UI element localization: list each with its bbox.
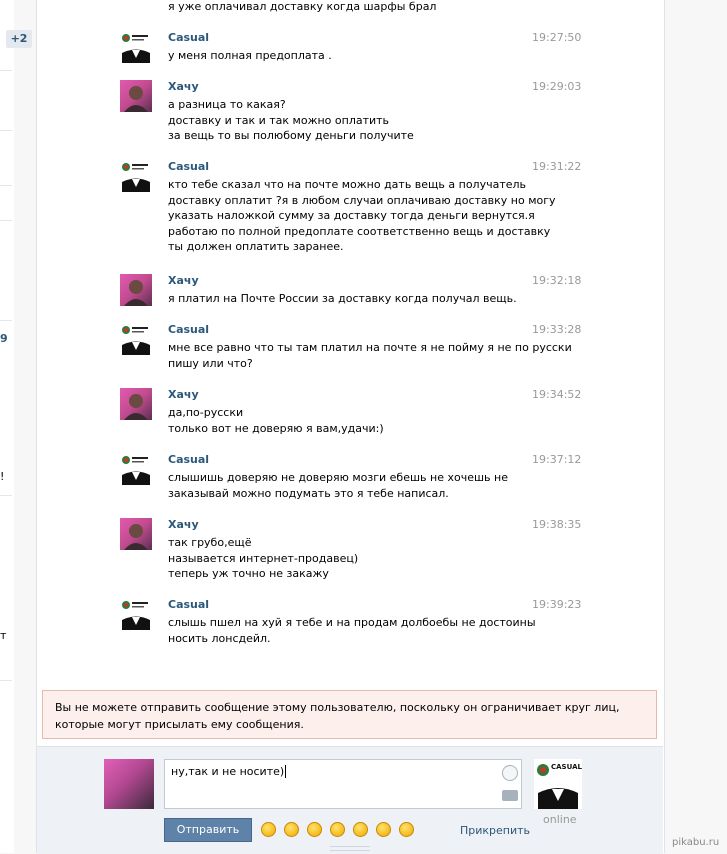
smile-icon[interactable] bbox=[502, 765, 518, 781]
message-author[interactable]: Хачу bbox=[168, 80, 199, 93]
online-status: online bbox=[543, 813, 577, 826]
message-author[interactable]: Casual bbox=[168, 160, 209, 173]
left-sidebar-fragment: 9 ! т bbox=[0, 0, 14, 853]
emoji-relieved-icon[interactable] bbox=[353, 822, 368, 837]
message-author[interactable]: Casual bbox=[168, 31, 209, 44]
message-time: 19:27:50 bbox=[532, 31, 582, 44]
message-author[interactable]: Хачу bbox=[168, 388, 199, 401]
message-avatar[interactable] bbox=[120, 274, 152, 306]
message-text: слышишь доверяю не доверяю мозги ебешь н… bbox=[168, 471, 508, 500]
message-author[interactable]: Хачу bbox=[168, 274, 199, 287]
message-text: слышь пшел на хуй я тебе и на продам дол… bbox=[168, 616, 536, 645]
message-time: 19:29:03 bbox=[532, 80, 582, 93]
message-text: у меня полная предоплата . bbox=[168, 49, 332, 62]
partner-avatar[interactable]: CASUAL SHOP bbox=[534, 759, 606, 809]
message-time: 19:34:52 bbox=[532, 388, 582, 401]
message-avatar[interactable] bbox=[120, 323, 152, 355]
sidebar-fragment-text: 9 bbox=[0, 332, 8, 345]
message-avatar[interactable] bbox=[120, 160, 152, 192]
emoji-grin-icon[interactable] bbox=[261, 822, 276, 837]
privacy-warning: Вы не можете отправить сообщение этому п… bbox=[42, 690, 657, 739]
my-avatar[interactable] bbox=[104, 759, 154, 809]
message-author[interactable]: Casual bbox=[168, 323, 209, 336]
message-time: 19:39:23 bbox=[532, 598, 582, 611]
message-time: 19:33:28 bbox=[532, 323, 582, 336]
logo-text: CASUAL SHOP bbox=[551, 763, 582, 771]
message-avatar[interactable] bbox=[120, 388, 152, 420]
attach-link[interactable]: Прикрепить bbox=[460, 824, 530, 837]
message-time: 19:31:22 bbox=[532, 160, 582, 173]
emoji-weary-icon[interactable] bbox=[307, 822, 322, 837]
watermark: pikabu.ru bbox=[672, 837, 720, 848]
send-button[interactable]: Отправить bbox=[164, 818, 252, 842]
resize-handle[interactable] bbox=[330, 846, 370, 851]
emoji-kiss-icon[interactable] bbox=[284, 822, 299, 837]
message-text: я платил на Почте России за доставку ког… bbox=[168, 292, 517, 305]
message-time: 19:37:12 bbox=[532, 453, 582, 466]
message-text: а разница то какая? доставку и так и так… bbox=[168, 98, 414, 142]
message-text: я уже оплачивал доставку когда шарфы бра… bbox=[168, 0, 437, 13]
emoji-surprised-icon[interactable] bbox=[376, 822, 391, 837]
message-time: 19:32:18 bbox=[532, 274, 582, 287]
sidebar-fragment-text: ! bbox=[0, 470, 5, 483]
message-avatar[interactable] bbox=[120, 453, 152, 485]
message-text: так грубо,ещё называется интернет-продав… bbox=[168, 536, 359, 580]
message-avatar[interactable] bbox=[120, 31, 152, 63]
message-text: мне все равно что ты там платил на почте… bbox=[168, 341, 572, 370]
message-time: 19:38:35 bbox=[532, 518, 582, 531]
message-input[interactable]: ну,так и не носите) bbox=[164, 759, 522, 809]
message-input-value: ну,так и не носите) bbox=[171, 765, 285, 778]
camera-icon[interactable] bbox=[502, 790, 518, 801]
emoji-laugh-icon[interactable] bbox=[399, 822, 414, 837]
counter-badge[interactable]: +2 bbox=[6, 30, 32, 48]
message-text: да,по-русски только вот не доверяю я вам… bbox=[168, 406, 384, 435]
message-avatar[interactable] bbox=[120, 598, 152, 630]
message-avatar[interactable] bbox=[120, 80, 152, 112]
emoji-dizzy-icon[interactable] bbox=[330, 822, 345, 837]
message-author[interactable]: Casual bbox=[168, 453, 209, 466]
message-avatar[interactable] bbox=[120, 518, 152, 550]
message-text: кто тебе сказал что на почте можно дать … bbox=[168, 178, 556, 253]
message-author[interactable]: Хачу bbox=[168, 518, 199, 531]
sidebar-fragment-text: т bbox=[0, 629, 7, 642]
message-author[interactable]: Casual bbox=[168, 598, 209, 611]
